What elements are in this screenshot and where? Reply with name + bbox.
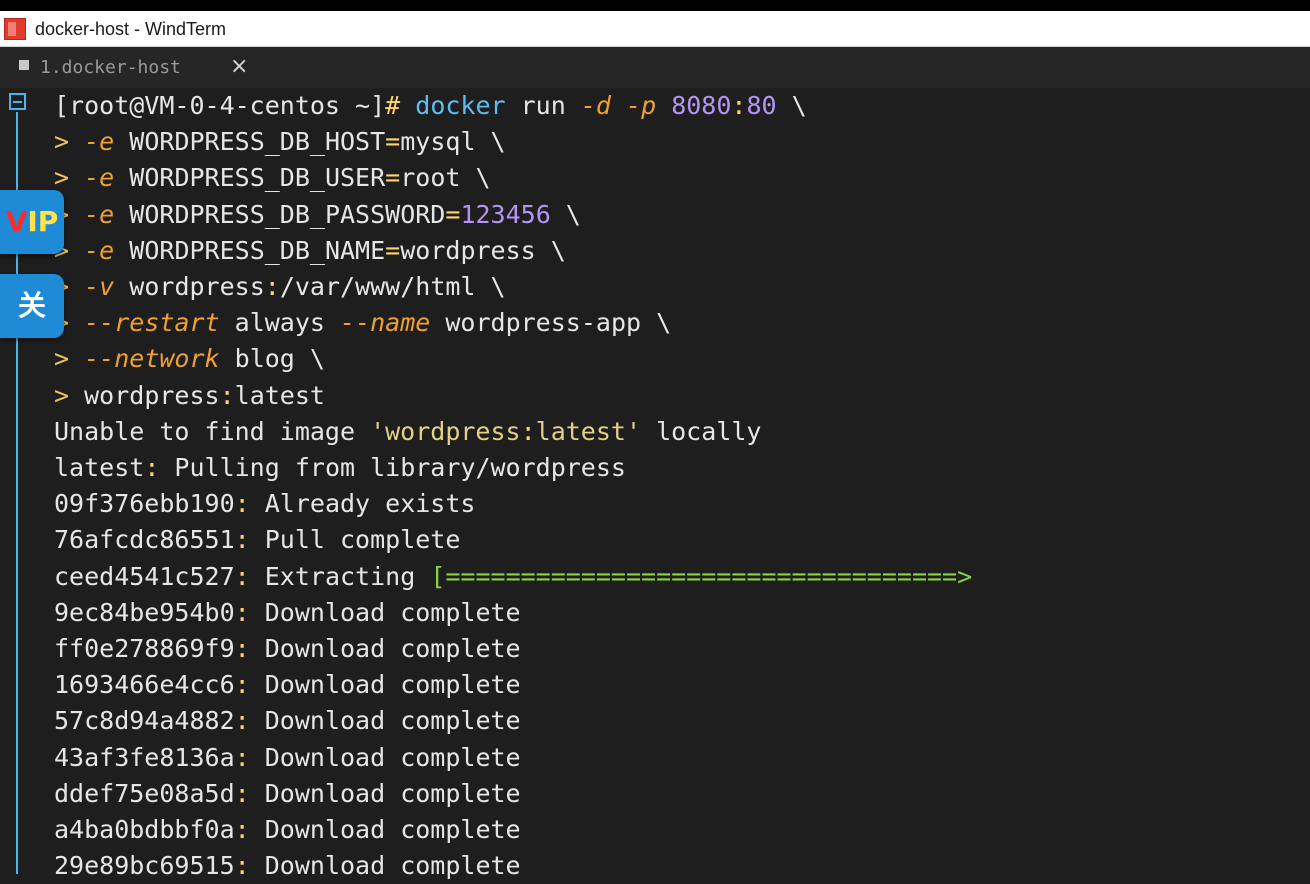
title-bar: docker-host - WindTerm	[0, 11, 1310, 47]
terminal-line: > -e WORDPRESS_DB_NAME=wordpress \	[54, 235, 566, 265]
terminal-line: > -e WORDPRESS_DB_USER=root \	[54, 163, 491, 193]
terminal-line: a4ba0bdbbf0a: Download complete	[54, 815, 521, 844]
terminal-line: > --network blog \	[54, 344, 325, 374]
tab-bar: 1.docker-host ×	[0, 47, 1310, 88]
terminal-line: ceed4541c527: Extracting [==============…	[54, 561, 973, 591]
terminal-output[interactable]: [root@VM-0-4-centos ~]# docker run -d -p…	[0, 88, 1310, 880]
terminal-line: > -e WORDPRESS_DB_PASSWORD=123456 \	[54, 199, 581, 229]
terminal-line: ddef75e08a5d: Download complete	[54, 778, 521, 808]
terminal-line: > -v wordpress:/var/www/html \	[54, 272, 506, 301]
terminal-line: > -e WORDPRESS_DB_HOST=mysql \	[54, 127, 506, 157]
tab-docker-host[interactable]: 1.docker-host ×	[10, 47, 260, 88]
terminal-line: > --restart always --name wordpress-app …	[54, 308, 672, 338]
close-tab-icon[interactable]: ×	[230, 54, 248, 79]
terminal-line: 9ec84be954b0: Download complete	[54, 597, 521, 627]
session-square-icon	[19, 60, 29, 70]
command-line: [root@VM-0-4-centos ~]# docker run -d -p…	[54, 91, 807, 120]
terminal-line: 09f376ebb190: Already exists	[54, 489, 476, 519]
close-overlay-button[interactable]: 关	[0, 274, 64, 338]
terminal-line: 57c8d94a4882: Download complete	[54, 706, 521, 736]
tab-label: 1.docker-host	[40, 57, 181, 78]
terminal-line: latest: Pulling from library/wordpress	[54, 453, 626, 482]
window-title: docker-host - WindTerm	[35, 19, 227, 39]
terminal-line: 29e89bc69515: Download complete	[54, 851, 521, 881]
collapse-block-icon[interactable]	[9, 93, 26, 110]
vip-button[interactable]: VIP	[0, 190, 64, 254]
terminal-line: Unable to find image 'wordpress:latest' …	[54, 416, 762, 446]
windterm-logo-icon	[4, 18, 26, 40]
terminal-line: 1693466e4cc6: Download complete	[54, 670, 521, 700]
terminal-line: ff0e278869f9: Download complete	[54, 634, 521, 663]
terminal-line: 76afcdc86551: Pull complete	[54, 525, 461, 555]
screen-top-edge	[0, 0, 1310, 11]
terminal-line: > wordpress:latest	[54, 380, 325, 410]
terminal-line: 43af3fe8136a: Download complete	[54, 742, 521, 772]
